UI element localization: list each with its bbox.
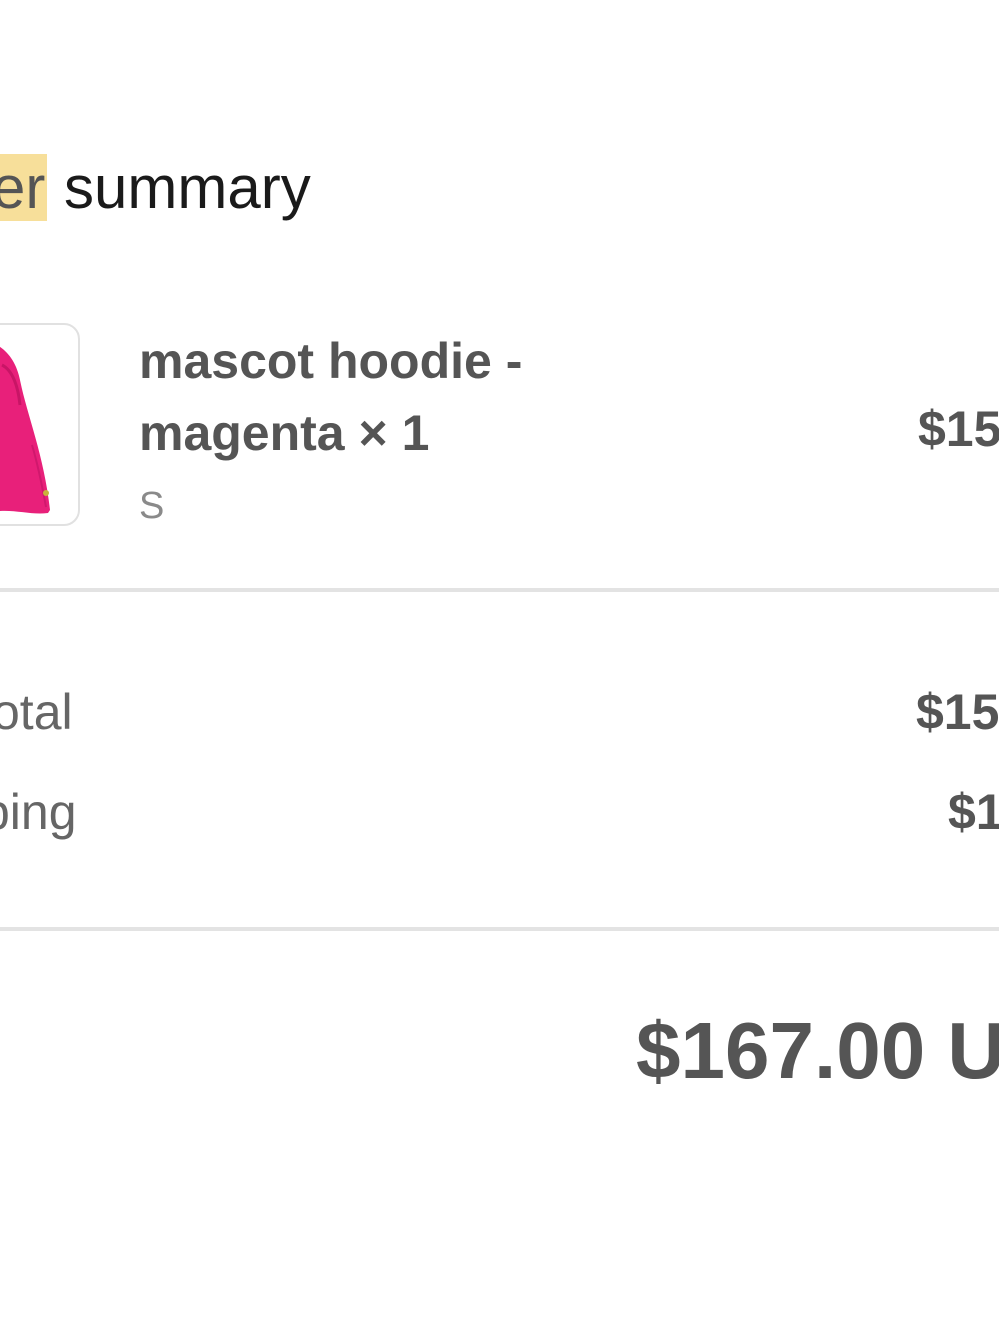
- divider: [0, 588, 999, 592]
- subtotal-label: otal: [0, 684, 73, 740]
- heading-text: summary: [47, 154, 311, 221]
- product-thumbnail: [0, 323, 80, 526]
- subtotal-value: $15: [916, 684, 999, 740]
- order-summary-panel: er summary mascot hoodie - magenta × 1 S…: [0, 0, 999, 1333]
- order-summary-heading: er summary: [0, 148, 311, 228]
- hoodie-icon: [0, 346, 50, 514]
- product-price: $15: [918, 401, 999, 457]
- total-value: $167.00 U: [636, 1006, 999, 1095]
- product-name: mascot hoodie - magenta × 1: [139, 333, 523, 461]
- shipping-label: ping: [0, 784, 77, 840]
- search-highlight: er: [0, 154, 48, 221]
- product-variant: S: [139, 485, 165, 527]
- shipping-value: $1: [948, 784, 999, 840]
- divider: [0, 927, 999, 931]
